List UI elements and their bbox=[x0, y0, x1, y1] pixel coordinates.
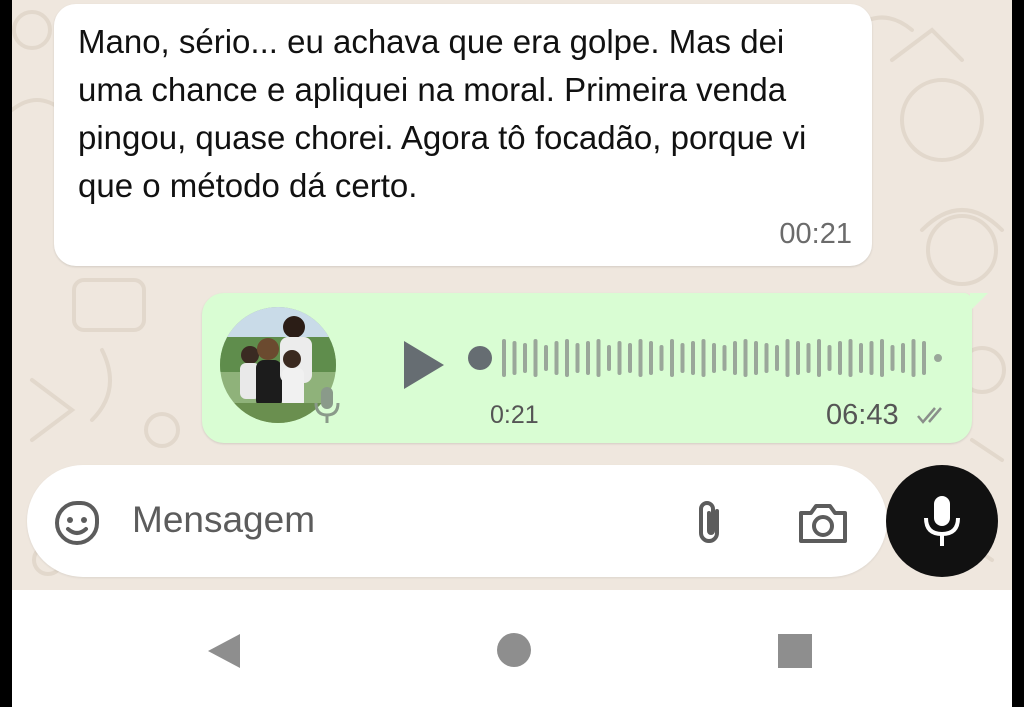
back-triangle-icon[interactable] bbox=[206, 632, 242, 670]
home-circle-icon[interactable] bbox=[496, 632, 532, 668]
microphone-icon bbox=[924, 496, 960, 546]
voice-note-timestamp: 06:43 bbox=[826, 399, 899, 431]
camera-icon[interactable] bbox=[797, 501, 849, 545]
voice-waveform[interactable] bbox=[464, 337, 954, 379]
record-voice-button[interactable] bbox=[886, 465, 998, 577]
voice-mic-icon bbox=[314, 387, 340, 423]
outgoing-voice-note-bubble[interactable]: 0:21 06:43 bbox=[202, 293, 988, 443]
incoming-message-text: Mano, sério... eu achava que era golpe. … bbox=[78, 23, 807, 204]
play-icon[interactable] bbox=[398, 337, 448, 393]
sticker-icon[interactable] bbox=[53, 499, 101, 547]
chat-screen: Mano, sério... eu achava que era golpe. … bbox=[12, 0, 1012, 707]
bubble-tail bbox=[970, 293, 988, 311]
waveform-playhead[interactable] bbox=[468, 346, 492, 370]
incoming-message-timestamp: 00:21 bbox=[779, 218, 852, 250]
system-navigation-bar bbox=[12, 590, 1012, 707]
message-input-placeholder[interactable]: Mensagem bbox=[132, 499, 315, 541]
recents-square-icon[interactable] bbox=[777, 633, 813, 669]
incoming-message-bubble[interactable]: Mano, sério... eu achava que era golpe. … bbox=[54, 4, 872, 266]
double-check-icon bbox=[917, 407, 942, 424]
paperclip-icon[interactable] bbox=[691, 497, 727, 549]
voice-note-duration: 0:21 bbox=[490, 401, 539, 429]
waveform-end-dot bbox=[934, 354, 942, 362]
message-input-bar[interactable]: Mensagem bbox=[27, 465, 887, 577]
